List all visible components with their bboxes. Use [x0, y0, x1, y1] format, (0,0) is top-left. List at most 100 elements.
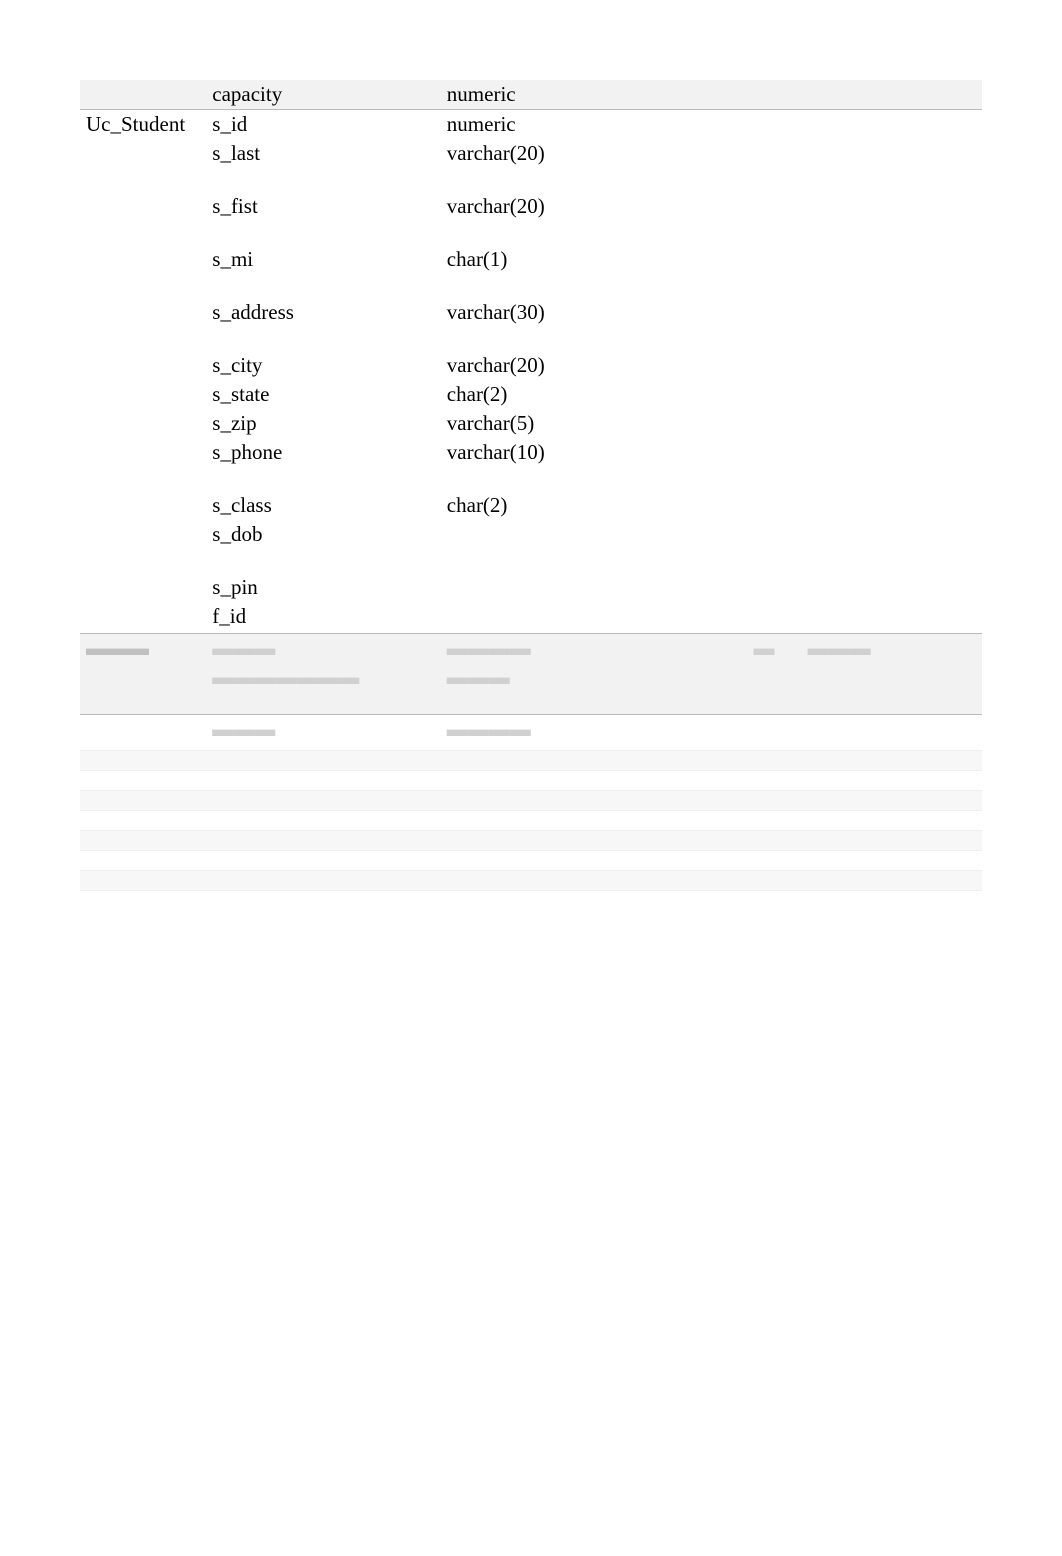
- cell-a: [639, 245, 693, 298]
- cell-b: [693, 380, 747, 409]
- cell-a: [639, 438, 693, 491]
- cell-d: [802, 438, 982, 491]
- cell-field: s_zip: [206, 409, 441, 438]
- table-row: Uc_Students_idnumeric: [80, 110, 982, 140]
- cell-d: [802, 602, 982, 631]
- cell-table: [80, 245, 206, 298]
- cell-a: [639, 139, 693, 192]
- table-row: s_zipvarchar(5): [80, 409, 982, 438]
- cell-a: [639, 192, 693, 245]
- cell-d: [802, 192, 982, 245]
- cell-table: [80, 438, 206, 491]
- cell-field: s_phone: [206, 438, 441, 491]
- faded-row: ▬▬▬▬▬▬▬▬▬▬ ▬▬▬▬: [80, 634, 982, 664]
- cell-table: [80, 520, 206, 573]
- table-row: s_pin: [80, 573, 982, 602]
- cell-table: [80, 491, 206, 520]
- cell-type: varchar(20): [441, 139, 639, 192]
- cell-field: s_id: [206, 110, 441, 140]
- cell-b: [693, 491, 747, 520]
- cell-b: [693, 298, 747, 351]
- cell-c: [747, 245, 801, 298]
- cell-field: f_id: [206, 602, 441, 631]
- cell-c: [747, 438, 801, 491]
- cell-a: [639, 80, 693, 110]
- table-row: s_addressvarchar(30): [80, 298, 982, 351]
- cell-c: [747, 520, 801, 573]
- faded-row: ▬▬▬▬▬▬▬: [80, 714, 982, 744]
- cell-table: Uc_Student: [80, 110, 206, 140]
- table-row: s_dob: [80, 520, 982, 573]
- cell-a: [639, 380, 693, 409]
- cell-d: [802, 110, 982, 140]
- cell-a: [639, 298, 693, 351]
- cell-field: s_class: [206, 491, 441, 520]
- cell-table: [80, 573, 206, 602]
- table-row: f_id: [80, 602, 982, 631]
- cell-type: numeric: [441, 80, 639, 110]
- cell-table: [80, 139, 206, 192]
- cell-table: [80, 409, 206, 438]
- cell-c: [747, 380, 801, 409]
- cell-a: [639, 409, 693, 438]
- cell-b: [693, 245, 747, 298]
- cell-type: char(1): [441, 245, 639, 298]
- cell-c: [747, 573, 801, 602]
- cell-d: [802, 573, 982, 602]
- cell-d: [802, 298, 982, 351]
- cell-d: [802, 520, 982, 573]
- cell-a: [639, 602, 693, 631]
- table-row: s_cityvarchar(20): [80, 351, 982, 380]
- cell-d: [802, 491, 982, 520]
- cell-field: capacity: [206, 80, 441, 110]
- cell-d: [802, 80, 982, 110]
- table-row: s_lastvarchar(20): [80, 139, 982, 192]
- faded-row: [80, 692, 982, 714]
- cell-c: [747, 80, 801, 110]
- cell-c: [747, 192, 801, 245]
- cell-table: [80, 80, 206, 110]
- cell-d: [802, 351, 982, 380]
- table-row: s_phonevarchar(10): [80, 438, 982, 491]
- cell-b: [693, 351, 747, 380]
- table-row: s_classchar(2): [80, 491, 982, 520]
- cell-b: [693, 409, 747, 438]
- cell-a: [639, 520, 693, 573]
- cell-d: [802, 409, 982, 438]
- cell-field: s_dob: [206, 520, 441, 573]
- document-page: capacitynumericUc_Students_idnumerics_la…: [0, 0, 1062, 910]
- cell-b: [693, 520, 747, 573]
- cell-field: s_address: [206, 298, 441, 351]
- table-row: s_statechar(2): [80, 380, 982, 409]
- cell-type: char(2): [441, 380, 639, 409]
- cell-type: varchar(10): [441, 438, 639, 491]
- cell-type: varchar(20): [441, 351, 639, 380]
- cell-type: [441, 573, 639, 602]
- cell-c: [747, 110, 801, 140]
- cell-b: [693, 110, 747, 140]
- cell-c: [747, 491, 801, 520]
- cell-table: [80, 298, 206, 351]
- cell-field: s_pin: [206, 573, 441, 602]
- cell-d: [802, 245, 982, 298]
- cell-b: [693, 438, 747, 491]
- cell-b: [693, 139, 747, 192]
- cell-type: numeric: [441, 110, 639, 140]
- schema-table: capacitynumericUc_Students_idnumerics_la…: [80, 80, 982, 631]
- cell-type: varchar(30): [441, 298, 639, 351]
- cell-b: [693, 80, 747, 110]
- cell-table: [80, 351, 206, 380]
- cell-table: [80, 602, 206, 631]
- cell-b: [693, 192, 747, 245]
- cell-table: [80, 380, 206, 409]
- cell-a: [639, 573, 693, 602]
- table-row: capacitynumeric: [80, 80, 982, 110]
- cell-field: s_mi: [206, 245, 441, 298]
- cell-type: varchar(20): [441, 192, 639, 245]
- cell-d: [802, 380, 982, 409]
- cell-type: varchar(5): [441, 409, 639, 438]
- cell-c: [747, 409, 801, 438]
- cell-d: [802, 139, 982, 192]
- cell-type: [441, 602, 639, 631]
- table-row: s_michar(1): [80, 245, 982, 298]
